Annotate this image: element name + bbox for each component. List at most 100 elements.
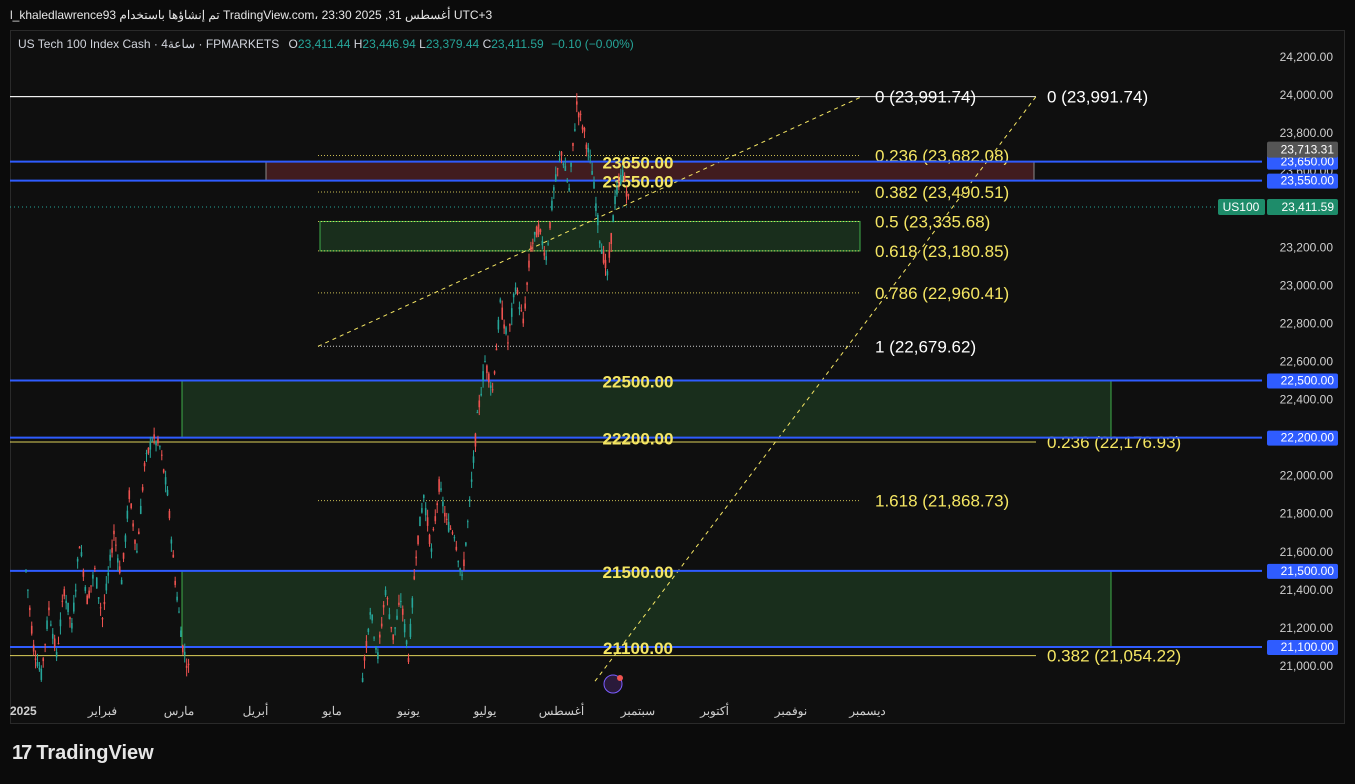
candle-body (530, 245, 532, 251)
candle-body (29, 607, 31, 611)
candle-body (505, 327, 507, 334)
candle-body (518, 307, 521, 310)
price-chart[interactable]: 0 (23,991.74) 0.236 (23,682.08) 0.382 (23,… (0, 0, 1355, 784)
candle-body (577, 112, 580, 118)
candle-body (86, 595, 88, 605)
candle-body (413, 576, 416, 580)
candle-body (604, 259, 607, 269)
candle-body (566, 180, 569, 182)
candle-body (493, 371, 496, 374)
candle-body (373, 637, 375, 639)
candle-body (128, 490, 131, 499)
candle-body (411, 598, 414, 608)
candle-body (390, 626, 393, 629)
candle-body (74, 589, 77, 592)
candle-body (122, 552, 125, 559)
candle-body (553, 187, 555, 191)
candle-body (392, 634, 394, 640)
candle-body (589, 156, 591, 158)
candle-body (80, 552, 83, 557)
candle-body (524, 303, 526, 309)
candle-body (488, 373, 490, 383)
candle-body (67, 602, 69, 613)
candle-body (476, 412, 479, 414)
candle-body (606, 271, 609, 276)
candle-body (572, 142, 574, 146)
tradingview-logo[interactable]: 17 TradingView (12, 742, 154, 765)
candle-body (398, 602, 400, 605)
axis-badge-green-text: 23,411.59 (1282, 200, 1335, 214)
candle-body (30, 625, 33, 634)
candle-body (42, 658, 45, 662)
candle-body (451, 532, 454, 534)
candle-body (623, 175, 626, 182)
level-label-21500.00: 21500.00 (603, 563, 674, 582)
candle-body (543, 252, 546, 256)
candle-body (539, 229, 542, 232)
candle-body (139, 505, 142, 514)
candle-body (388, 614, 391, 619)
candle-body (71, 622, 73, 629)
fib-label-0.236: 0.236 (23,682.08) (875, 147, 1009, 166)
y-tick-label: 21,400.00 (1280, 583, 1334, 597)
axis-badge-gray-text: 23,713.31 (1281, 143, 1335, 157)
candle-body (480, 393, 482, 396)
y-tick-label: 21,800.00 (1280, 507, 1334, 521)
candle-body (509, 324, 511, 326)
level-label-22200.00: 22200.00 (603, 430, 674, 449)
candle-body (499, 299, 502, 303)
brand-name: TradingView (36, 742, 154, 764)
candle-body (367, 628, 370, 633)
y-tick-label: 21,200.00 (1280, 621, 1334, 635)
candle-body (532, 242, 534, 244)
candle-body (180, 630, 182, 637)
level-label-23550.00: 23550.00 (603, 173, 674, 192)
candle-body (621, 170, 624, 176)
candle-body (576, 101, 578, 105)
candle-body (503, 324, 505, 329)
candle-body (94, 567, 96, 569)
candle-body (149, 441, 152, 450)
y-tick-label: 21,600.00 (1280, 545, 1334, 559)
candle-body (423, 495, 425, 498)
candle-body (55, 651, 58, 658)
candle-body (183, 651, 186, 656)
candle-body (69, 617, 71, 620)
candle-body (136, 551, 138, 553)
candle-body (164, 477, 167, 485)
axis-badge-level-text: 21,500.00 (1281, 564, 1335, 578)
candle-body (90, 585, 92, 587)
candle-body (579, 113, 582, 115)
x-tick-label: أغسطس (539, 703, 584, 718)
candle-body (495, 348, 498, 351)
candle-body (97, 597, 100, 599)
candle-body (185, 665, 188, 668)
candle-body (48, 607, 50, 611)
candle-body (361, 678, 364, 682)
candle-body (394, 627, 396, 629)
candle-body (528, 260, 530, 268)
candle-body (32, 644, 35, 652)
candle-body (549, 221, 551, 229)
y-tick-label: 22,800.00 (1280, 316, 1334, 330)
candle-body (618, 181, 620, 183)
candle-body (585, 144, 588, 150)
candle-body (44, 644, 46, 646)
candle-body (434, 516, 437, 522)
y-tick-label: 23,200.00 (1280, 240, 1334, 254)
candle-body (162, 469, 165, 473)
candle-body (157, 438, 159, 444)
candle-body (25, 570, 27, 572)
candle-body (581, 126, 584, 130)
candle-body (470, 479, 473, 482)
candle-body (145, 453, 148, 455)
event-dot-icon (617, 675, 623, 681)
x-tick-label: مارس (164, 704, 195, 718)
candle-body (428, 534, 431, 544)
symbol-tag-text: US100 (1223, 200, 1260, 214)
candle-body (40, 669, 43, 680)
candle-body (482, 371, 484, 381)
candle-body (363, 657, 366, 661)
candle-body (182, 645, 184, 653)
candle-body (547, 243, 549, 245)
